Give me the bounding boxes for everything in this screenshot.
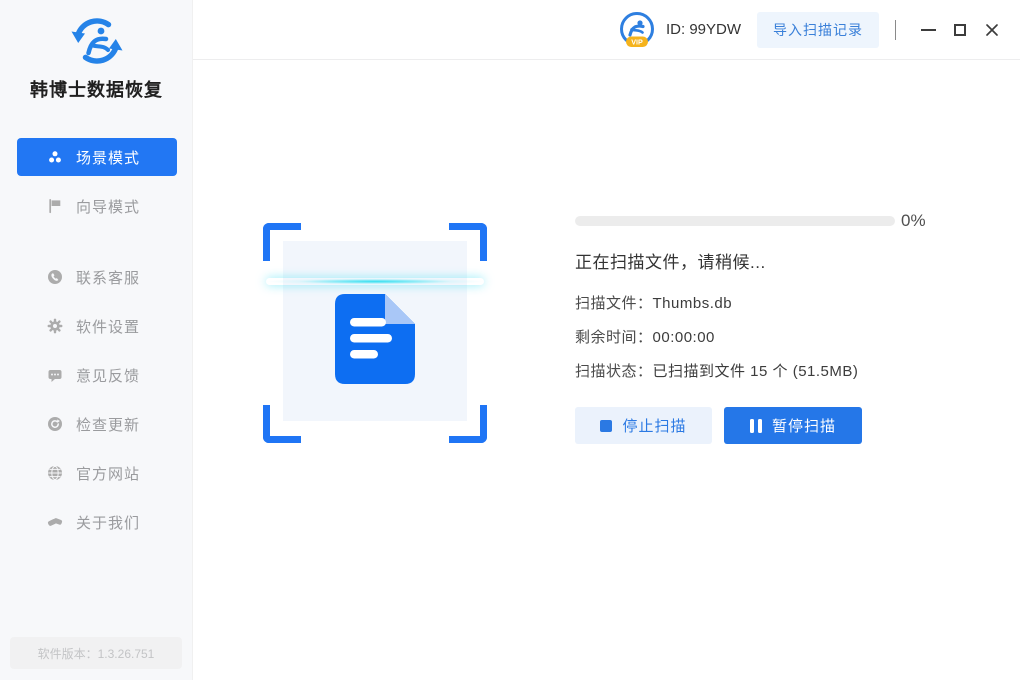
maximize-button[interactable]	[946, 15, 974, 45]
scan-progress-bar	[575, 216, 895, 226]
time-remaining-value: 00:00:00	[653, 329, 715, 346]
scan-file-value: Thumbs.db	[653, 295, 733, 312]
app-logo-icon	[65, 12, 129, 70]
title-bar: VIP ID: 99YDW 导入扫描记录	[193, 0, 1020, 60]
contact-support-icon	[47, 269, 63, 285]
sidebar-item-wizard-mode[interactable]: 向导模式	[17, 187, 177, 225]
vip-avatar-icon: VIP	[618, 11, 656, 49]
user-id-text: ID: 99YDW	[666, 21, 741, 38]
brand: 韩博士数据恢复	[0, 12, 193, 102]
time-remaining-row: 剩余时间：00:00:00	[575, 326, 715, 347]
scan-file-label: 扫描文件：	[575, 295, 653, 312]
sidebar-item-about-us[interactable]: 关于我们	[17, 503, 177, 541]
frame-corner-icon	[449, 405, 487, 443]
import-scan-records-button[interactable]: 导入扫描记录	[757, 12, 879, 48]
sidebar-item-label: 检查更新	[76, 414, 140, 435]
sidebar: 韩博士数据恢复 场景模式 向导模式 联	[0, 0, 193, 680]
sidebar-item-label: 关于我们	[76, 512, 140, 533]
close-button[interactable]	[978, 15, 1006, 45]
version-badge: 软件版本：1.3.26.751	[10, 637, 182, 669]
sidebar-item-label: 官方网站	[76, 463, 140, 484]
scan-beam	[266, 278, 484, 285]
sidebar-item-feedback[interactable]: 意见反馈	[17, 356, 177, 394]
pause-icon	[750, 419, 762, 433]
user-avatar[interactable]: VIP	[618, 11, 656, 49]
stop-icon	[600, 420, 612, 432]
header-divider	[895, 20, 896, 40]
sidebar-item-label: 场景模式	[76, 147, 140, 168]
frame-corner-icon	[263, 405, 301, 443]
scan-state-label: 扫描状态：	[575, 363, 653, 380]
sidebar-nav: 场景模式 向导模式 联系客服	[17, 138, 177, 541]
frame-corner-icon	[449, 223, 487, 261]
check-update-icon	[47, 416, 63, 432]
sidebar-item-label: 软件设置	[76, 316, 140, 337]
document-file-icon	[335, 294, 415, 384]
sidebar-item-label: 意见反馈	[76, 365, 140, 386]
app-title: 韩博士数据恢复	[0, 76, 193, 102]
maximize-icon	[954, 24, 966, 36]
minimize-icon	[921, 29, 936, 31]
about-handshake-icon	[47, 514, 63, 530]
scan-status-message: 正在扫描文件，请稍候...	[575, 248, 766, 273]
sidebar-item-label: 联系客服	[76, 267, 140, 288]
close-icon	[985, 23, 999, 37]
scan-state-value: 已扫描到文件 15 个 (51.5MB)	[653, 363, 859, 380]
scene-mode-icon	[47, 149, 63, 165]
scan-file-row: 扫描文件：Thumbs.db	[575, 292, 732, 313]
website-globe-icon	[47, 465, 63, 481]
frame-corner-icon	[263, 223, 301, 261]
wizard-mode-icon	[47, 198, 63, 214]
minimize-button[interactable]	[914, 15, 942, 45]
sidebar-item-scene-mode[interactable]: 场景模式	[17, 138, 177, 176]
sidebar-item-contact-support[interactable]: 联系客服	[17, 258, 177, 296]
time-remaining-label: 剩余时间：	[575, 329, 653, 346]
pause-scan-label: 暂停扫描	[772, 415, 836, 436]
stop-scan-label: 停止扫描	[622, 415, 686, 436]
sidebar-item-check-update[interactable]: 检查更新	[17, 405, 177, 443]
sidebar-item-settings[interactable]: 软件设置	[17, 307, 177, 345]
svg-text:VIP: VIP	[631, 37, 643, 46]
scan-state-row: 扫描状态：已扫描到文件 15 个 (51.5MB)	[575, 360, 858, 381]
app-window: 韩博士数据恢复 场景模式 向导模式 联	[0, 0, 1020, 680]
settings-gear-icon	[47, 318, 63, 334]
sidebar-item-label: 向导模式	[76, 196, 140, 217]
feedback-chat-icon	[47, 367, 63, 383]
progress-percent: 0%	[901, 211, 926, 231]
pause-scan-button[interactable]: 暂停扫描	[724, 407, 862, 444]
sidebar-item-official-website[interactable]: 官方网站	[17, 454, 177, 492]
stop-scan-button[interactable]: 停止扫描	[575, 407, 712, 444]
